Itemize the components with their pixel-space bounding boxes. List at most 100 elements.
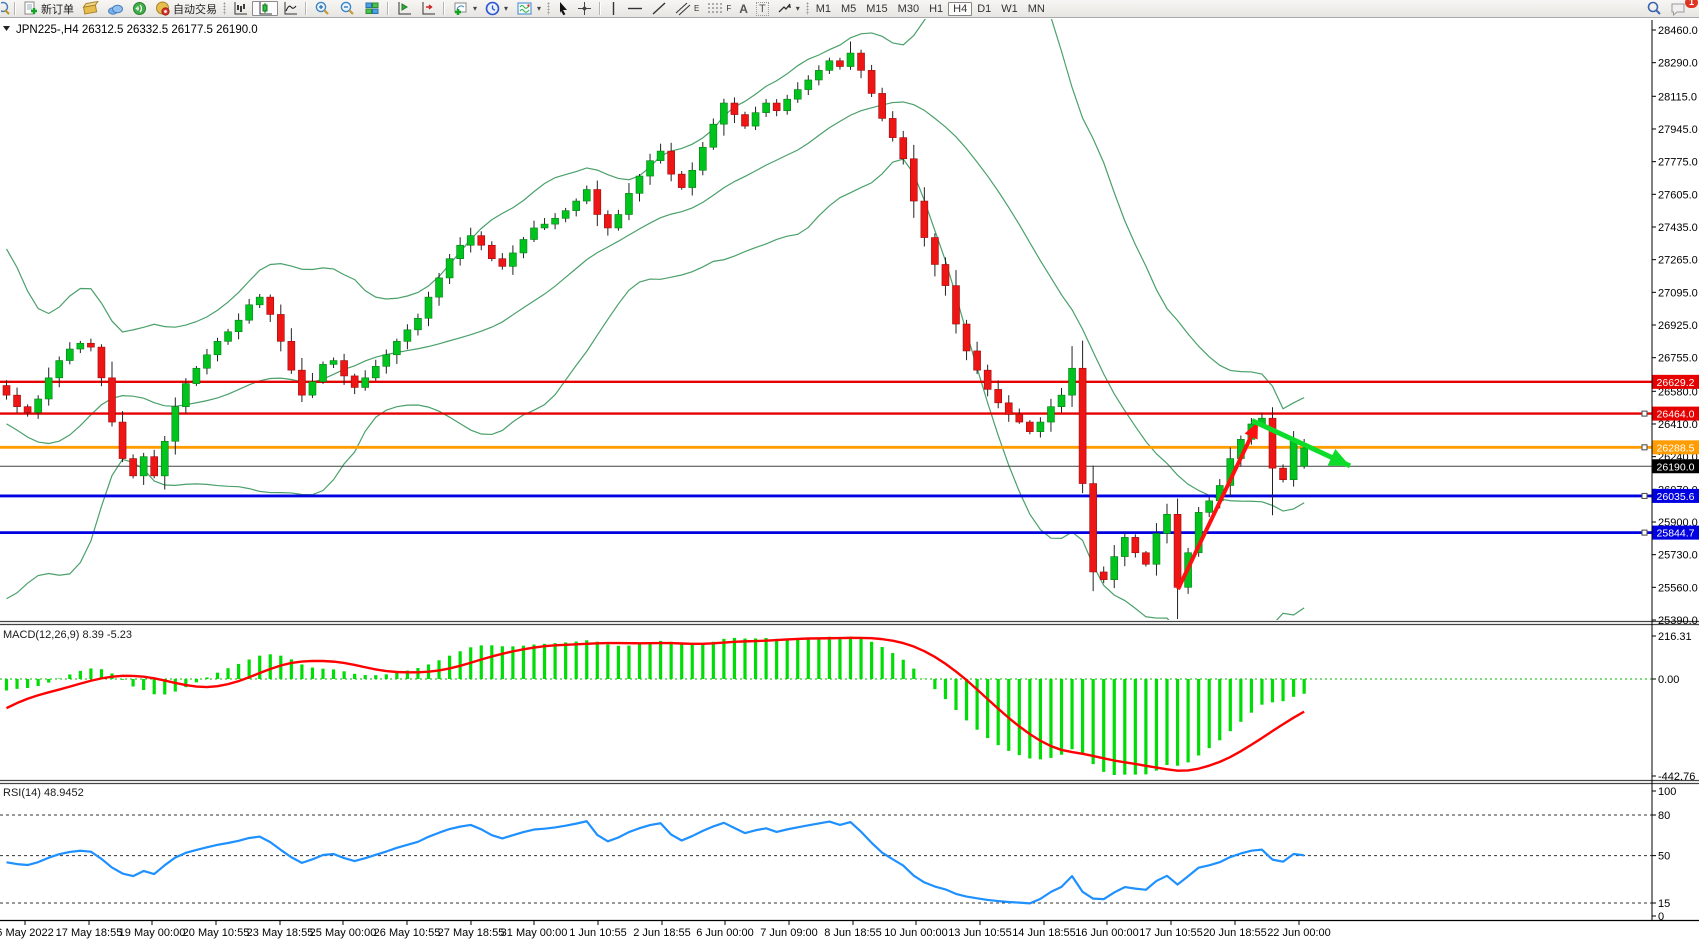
candle bbox=[362, 378, 369, 388]
arrows-tool-button[interactable]: ▾ bbox=[773, 1, 804, 16]
timeframe-M15[interactable]: M15 bbox=[861, 2, 892, 16]
time-tick-label: 20 May 10:55 bbox=[183, 927, 250, 939]
candle bbox=[1142, 553, 1149, 565]
candle bbox=[77, 343, 84, 349]
text-label-tool-button[interactable]: T bbox=[752, 1, 773, 16]
signals-button[interactable] bbox=[128, 1, 151, 16]
price-tick-label: 26410.0 bbox=[1658, 419, 1698, 431]
channel-tag: E bbox=[694, 4, 699, 13]
notifications-button[interactable]: 1 bbox=[1666, 1, 1691, 16]
rsi-tick-label: 100 bbox=[1658, 786, 1676, 798]
cursor-tool-button[interactable] bbox=[552, 1, 573, 16]
timeframe-H4[interactable]: H4 bbox=[948, 2, 972, 16]
macd-pane bbox=[0, 637, 1652, 775]
templates-button[interactable]: ▾ bbox=[512, 1, 545, 16]
timeframe-H1[interactable]: H1 bbox=[924, 2, 948, 16]
rsi-tick-label: 0 bbox=[1658, 911, 1664, 923]
timeframe-M5[interactable]: M5 bbox=[836, 2, 861, 16]
timeframe-buttons: M1M5M15M30H1H4D1W1MN bbox=[811, 2, 1050, 16]
timeframe-M30[interactable]: M30 bbox=[893, 2, 924, 16]
zoom-out-button[interactable] bbox=[335, 1, 360, 16]
candle-chart-mode-button[interactable] bbox=[252, 1, 278, 16]
tile-windows-button[interactable] bbox=[360, 1, 384, 16]
add-indicator-icon bbox=[452, 1, 469, 16]
zoom-out-icon bbox=[339, 1, 356, 16]
candle bbox=[1174, 514, 1181, 587]
candle bbox=[214, 341, 221, 354]
candle bbox=[298, 370, 305, 395]
candle bbox=[309, 382, 316, 395]
auto-scroll-button[interactable] bbox=[392, 1, 416, 16]
vertical-line-tool-button[interactable] bbox=[604, 1, 623, 16]
cloud-icon bbox=[107, 1, 124, 16]
candle bbox=[1206, 501, 1213, 513]
chart-frame bbox=[0, 20, 1699, 921]
candle bbox=[87, 343, 94, 347]
candle bbox=[1090, 484, 1097, 572]
time-axis[interactable]: 6 May 202217 May 18:5519 May 00:0020 May… bbox=[0, 921, 1331, 939]
rsi-tick-label: 15 bbox=[1658, 898, 1670, 910]
price-badge-label: 26288.5 bbox=[1657, 442, 1695, 454]
chevron-down-icon: ▾ bbox=[796, 4, 800, 13]
bollinger-upper-band bbox=[7, 0, 1305, 409]
magnifier-partial-icon bbox=[1, 1, 10, 16]
separator bbox=[387, 2, 389, 15]
bar-chart-mode-button[interactable] bbox=[228, 1, 252, 16]
time-tick-label: 19 May 00:00 bbox=[119, 927, 186, 939]
timeframe-MN[interactable]: MN bbox=[1023, 2, 1050, 16]
candle bbox=[24, 407, 31, 413]
price-axis[interactable]: 28460.028290.028115.027945.027775.027605… bbox=[1652, 25, 1698, 923]
search-button[interactable] bbox=[1642, 1, 1666, 16]
fibonacci-tag: F bbox=[726, 4, 731, 13]
chart-shift-button[interactable] bbox=[416, 1, 440, 16]
separator bbox=[443, 2, 445, 15]
chart-profiles-button[interactable] bbox=[103, 1, 128, 16]
zoom-in-button[interactable] bbox=[310, 1, 335, 16]
timeframe-M1[interactable]: M1 bbox=[811, 2, 836, 16]
price-badge-label: 26190.0 bbox=[1657, 461, 1695, 473]
time-tick-label: 25 May 00:00 bbox=[310, 927, 377, 939]
candle bbox=[109, 378, 116, 422]
crosshair-tool-button[interactable] bbox=[573, 1, 596, 16]
price-tick-label: 27095.0 bbox=[1658, 287, 1698, 299]
time-tick-label: 31 May 00:00 bbox=[501, 927, 568, 939]
line-chart-mode-button[interactable] bbox=[278, 1, 302, 16]
trendline-tool-button[interactable] bbox=[647, 1, 671, 16]
horizontal-line-tool-button[interactable] bbox=[623, 1, 647, 16]
candle bbox=[267, 297, 274, 314]
time-tick-label: 7 Jun 09:00 bbox=[760, 927, 818, 939]
toolbar-grip bbox=[223, 2, 226, 15]
chevron-down-icon: ▾ bbox=[504, 4, 508, 13]
add-indicator-button[interactable]: ▾ bbox=[448, 1, 481, 16]
candle bbox=[414, 318, 421, 330]
price-lines-layer bbox=[0, 382, 1652, 535]
period-button[interactable]: ▾ bbox=[481, 1, 512, 16]
candle bbox=[383, 355, 390, 367]
candle bbox=[1037, 422, 1044, 432]
chevron-down-icon: ▾ bbox=[473, 4, 477, 13]
candle bbox=[552, 218, 559, 224]
fibonacci-tool-button[interactable]: F bbox=[703, 1, 735, 16]
candle bbox=[3, 386, 10, 396]
timeframe-D1[interactable]: D1 bbox=[972, 2, 996, 16]
crosshair-icon bbox=[577, 1, 592, 16]
notification-badge: 1 bbox=[1685, 0, 1698, 8]
price-tick-label: 27945.0 bbox=[1658, 124, 1698, 136]
price-badge-label: 26035.6 bbox=[1657, 491, 1695, 503]
tile-windows-icon bbox=[364, 1, 380, 16]
channel-icon bbox=[675, 1, 691, 16]
macd-signal-line bbox=[7, 638, 1305, 771]
clipped-left-icon[interactable] bbox=[0, 1, 11, 16]
candle bbox=[889, 118, 896, 137]
timeframe-W1[interactable]: W1 bbox=[996, 2, 1023, 16]
channel-tool-button[interactable]: E bbox=[671, 1, 703, 16]
chart-menu-arrow-icon[interactable] bbox=[3, 26, 10, 31]
text-tool-button[interactable]: A bbox=[735, 1, 752, 16]
autotrading-button[interactable]: 自动交易 bbox=[151, 1, 221, 16]
market-depth-button[interactable] bbox=[78, 1, 103, 16]
time-tick-label: 14 Jun 18:55 bbox=[1012, 927, 1076, 939]
chart-canvas[interactable]: 28460.028290.028115.027945.027775.027605… bbox=[0, 0, 1699, 943]
candle bbox=[910, 159, 917, 201]
time-tick-label: 1 Jun 10:55 bbox=[569, 927, 627, 939]
new-order-button[interactable]: 新订单 bbox=[19, 1, 78, 16]
